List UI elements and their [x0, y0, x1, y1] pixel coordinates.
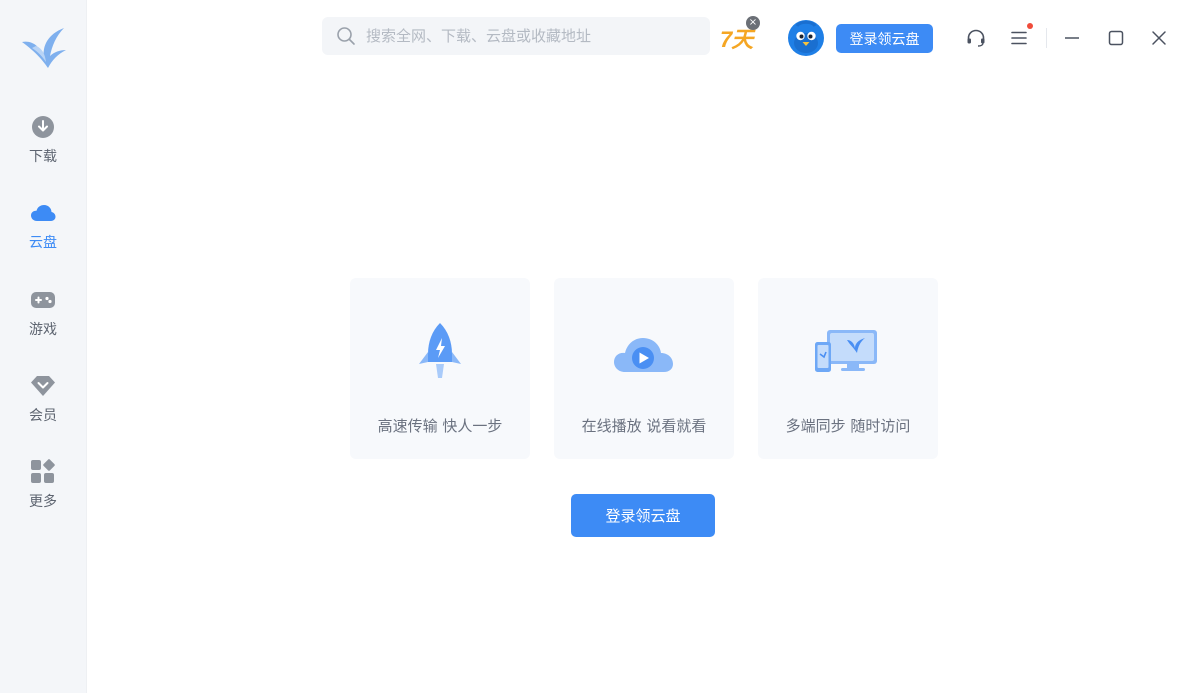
sidebar-item-more[interactable]: 更多 [0, 459, 86, 523]
login-button-main[interactable]: 登录领云盘 [571, 494, 715, 537]
feature-text: 多端同步 随时访问 [785, 417, 911, 435]
sidebar-item-cloud[interactable]: 云盘 [0, 200, 86, 264]
sidebar-item-download[interactable]: 下载 [0, 114, 86, 178]
feature-text: 在线播放 说看就看 [581, 417, 707, 435]
feature-text: 高速传输 快人一步 [377, 417, 503, 435]
feature-card-sync: 多端同步 随时访问 [758, 278, 938, 459]
devices-icon [813, 318, 883, 388]
sidebar-item-label: 云盘 [29, 235, 57, 251]
feature-card-transfer: 高速传输 快人一步 [350, 278, 530, 459]
sidebar-item-membership[interactable]: 会员 [0, 373, 86, 437]
apps-icon [30, 459, 56, 485]
search-bar[interactable] [322, 17, 710, 55]
notification-dot [1027, 23, 1033, 29]
headset-icon[interactable] [965, 27, 987, 49]
rocket-icon [405, 318, 475, 388]
cloud-icon [30, 200, 56, 226]
avatar[interactable] [787, 19, 825, 57]
menu-icon[interactable] [1008, 27, 1030, 49]
download-icon [30, 114, 56, 140]
diamond-icon [30, 373, 56, 399]
sidebar: 下载 云盘 游戏 会员 更多 [0, 0, 87, 693]
maximize-icon[interactable] [1105, 27, 1127, 49]
login-button-header[interactable]: 登录领云盘 [836, 24, 933, 53]
close-icon[interactable] [1148, 27, 1170, 49]
promo-close-icon[interactable]: × [746, 16, 760, 30]
search-icon [336, 26, 356, 46]
search-input[interactable] [364, 26, 688, 46]
sidebar-item-games[interactable]: 游戏 [0, 287, 86, 351]
cloud-play-icon [609, 318, 679, 388]
sidebar-item-label: 更多 [29, 494, 57, 510]
feature-card-playback: 在线播放 说看就看 [554, 278, 734, 459]
app-window: 下载 云盘 游戏 会员 更多 搜索全网、下载、云盘或收藏地址 7天 × 登录领云… [0, 0, 1200, 693]
divider [1046, 28, 1047, 48]
sidebar-item-label: 下载 [29, 149, 57, 165]
gamepad-icon [30, 287, 56, 313]
sidebar-item-label: 会员 [29, 408, 57, 424]
minimize-icon[interactable] [1061, 27, 1083, 49]
sidebar-item-label: 游戏 [29, 322, 57, 338]
app-logo-icon[interactable] [18, 22, 70, 74]
